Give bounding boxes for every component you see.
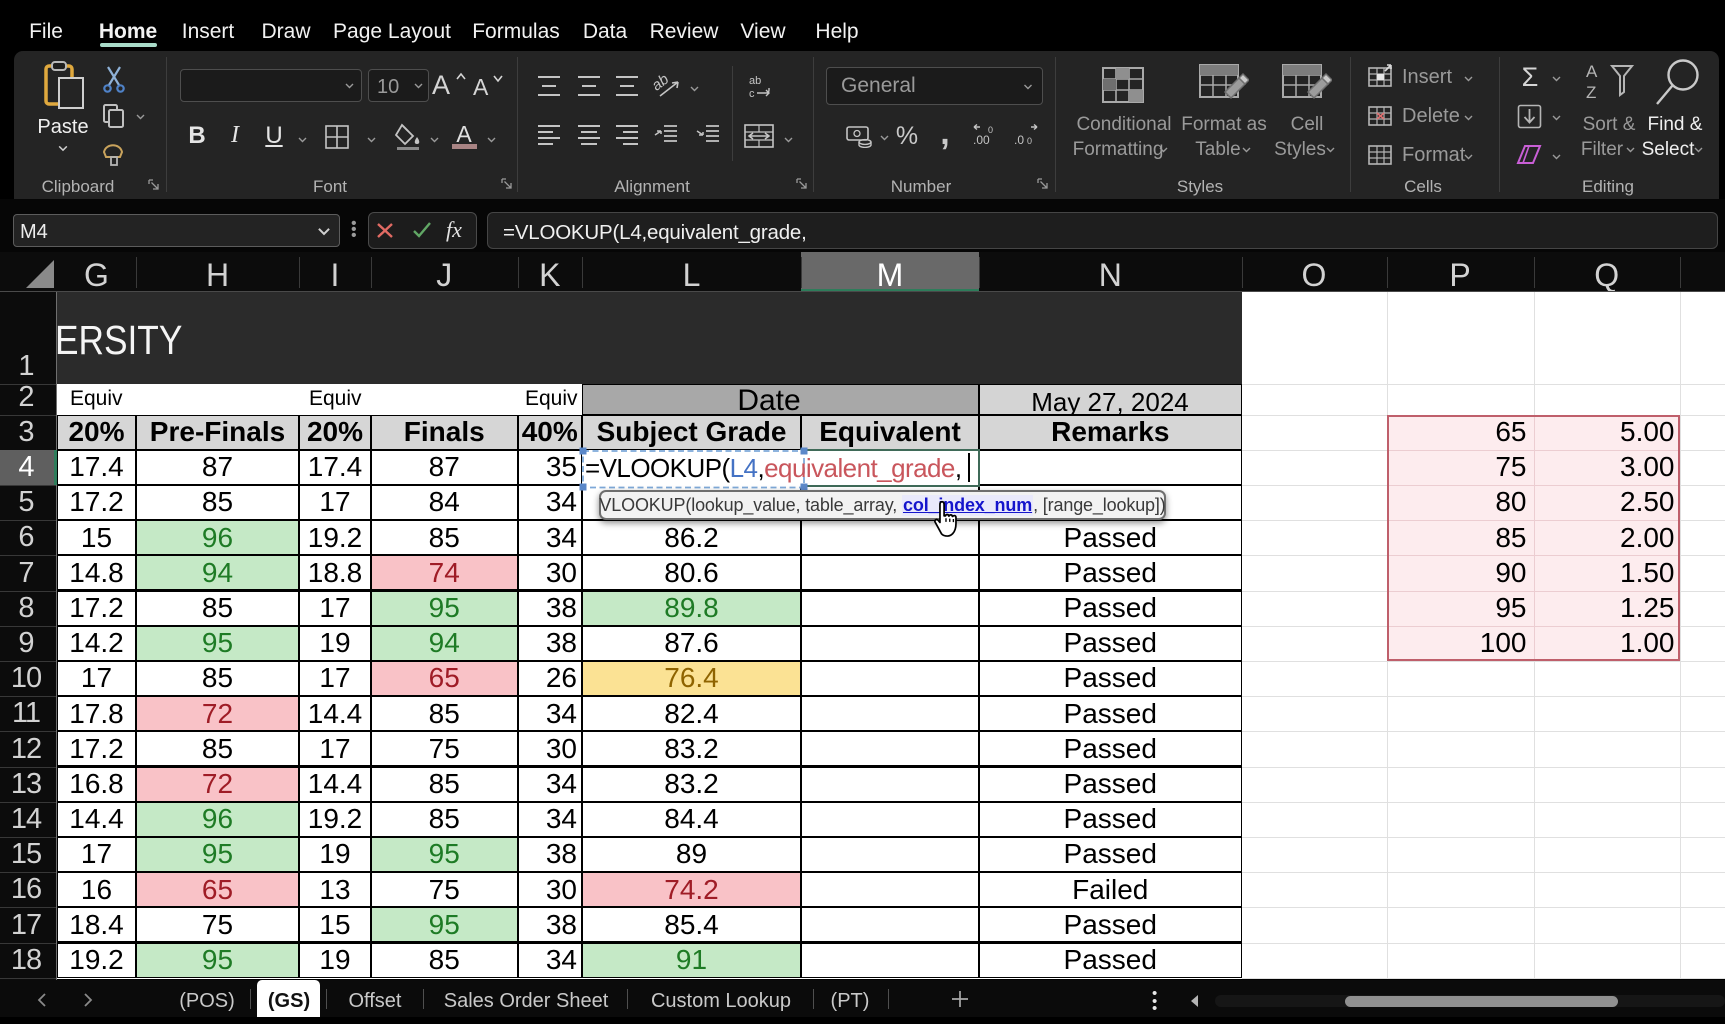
- svg-text:ab: ab: [652, 72, 672, 94]
- svg-text:Z: Z: [1586, 83, 1596, 102]
- svg-text:.0: .0: [1014, 133, 1024, 147]
- svg-text:ab: ab: [749, 75, 761, 87]
- svg-text:c: c: [749, 88, 755, 100]
- svg-text:.00: .00: [973, 133, 990, 147]
- svg-text:0: 0: [988, 125, 993, 135]
- svg-text:0: 0: [1027, 136, 1032, 146]
- svg-text:A: A: [1586, 62, 1598, 81]
